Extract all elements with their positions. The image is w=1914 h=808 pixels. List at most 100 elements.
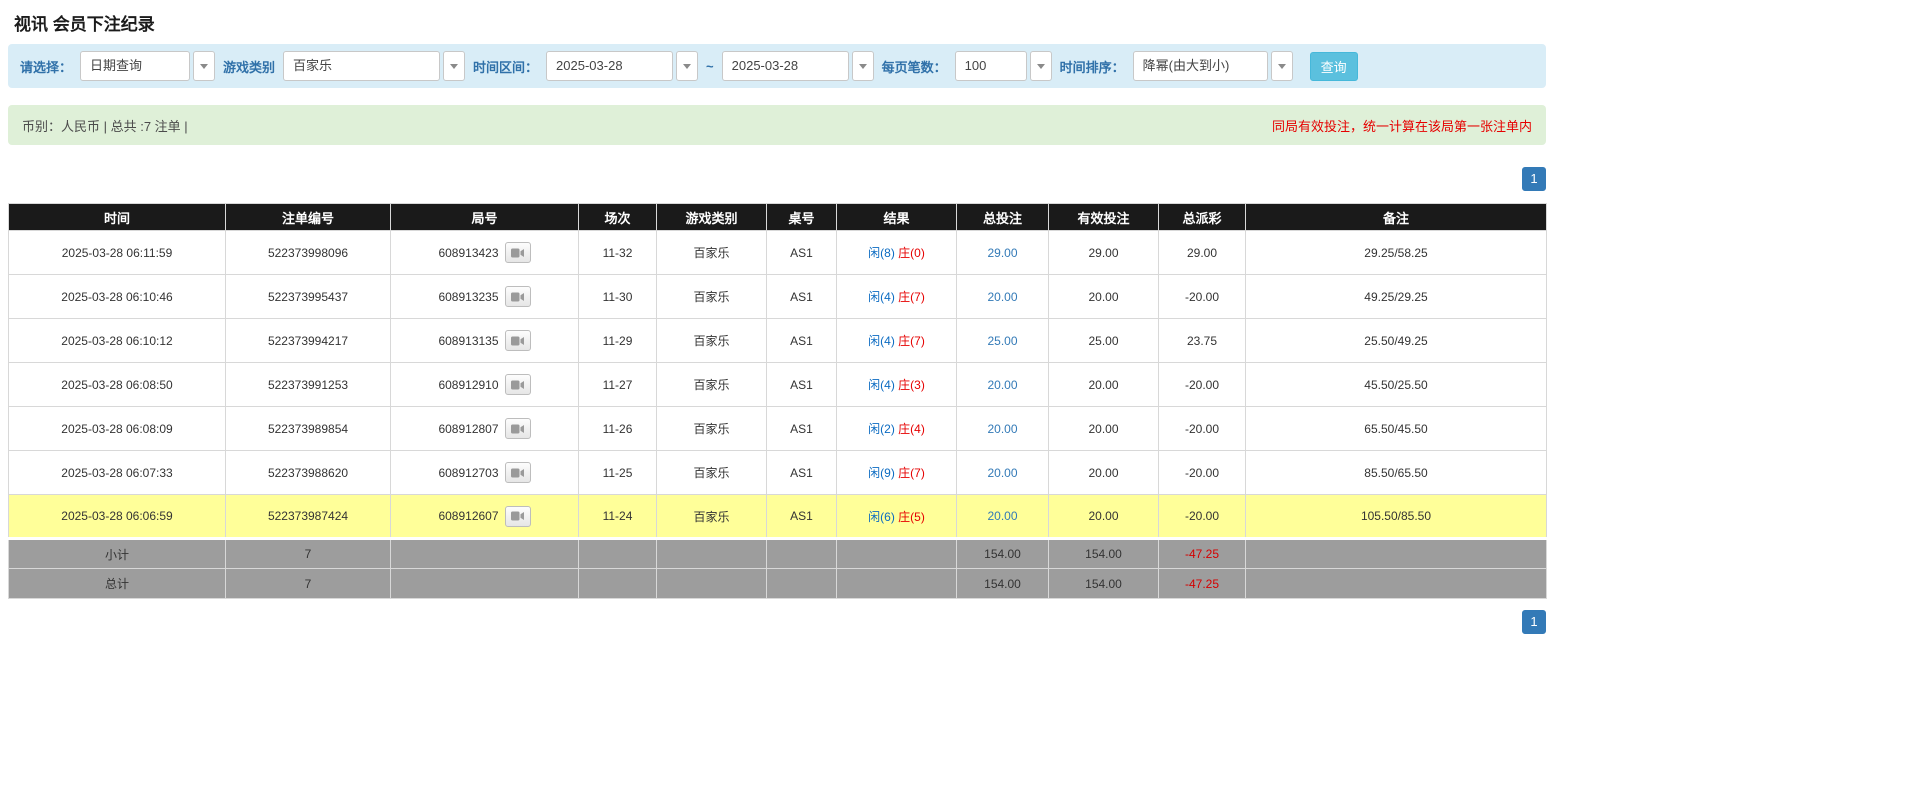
game-type-value[interactable]: 百家乐 <box>283 51 441 81</box>
content-area: 视讯 会员下注纪录 请选择： 日期查询 游戏类别 百家乐 时间区间： 2025-… <box>8 0 1547 664</box>
cell-note: 65.50/45.50 <box>1245 406 1547 451</box>
total-bet-link[interactable]: 20.00 <box>987 466 1017 480</box>
query-mode-select[interactable]: 日期查询 <box>80 51 216 81</box>
select-mode-label: 请选择： <box>20 59 73 75</box>
column-header-5: 桌号 <box>766 203 837 231</box>
column-header-1: 注单编号 <box>225 203 391 231</box>
column-header-7: 总投注 <box>956 203 1049 231</box>
time-range-label: 时间区间： <box>473 59 539 75</box>
column-header-9: 总派彩 <box>1158 203 1246 231</box>
game-type-label: 游戏类别 <box>223 59 276 75</box>
chevron-down-icon[interactable] <box>676 51 699 81</box>
result-banker: 庄(5) <box>898 509 925 524</box>
table-header-row: 时间 注单编号 局号 场次 游戏类别 桌号 结果 总投注 有效投注 总派彩 备注 <box>8 203 1547 231</box>
game-type-select[interactable]: 百家乐 <box>283 51 466 81</box>
cell-round: 608912607 <box>390 494 579 539</box>
cell-valid-bet: 20.00 <box>1048 406 1159 451</box>
result-banker: 庄(3) <box>898 378 925 392</box>
chevron-down-icon[interactable] <box>193 51 216 81</box>
cell-payout: -20.00 <box>1158 494 1246 539</box>
date-to-select[interactable]: 2025-03-28 <box>721 51 874 81</box>
total-bet-link[interactable]: 20.00 <box>987 290 1017 304</box>
chevron-down-icon[interactable] <box>1029 51 1052 81</box>
table-row: 2025-03-28 06:10:12 522373994217 6089131… <box>8 318 1547 363</box>
cell-round: 608913423 <box>390 230 579 275</box>
video-replay-icon[interactable] <box>504 462 531 483</box>
total-bet-link[interactable]: 29.00 <box>987 246 1017 260</box>
chevron-down-icon[interactable] <box>851 51 874 81</box>
total-bet-link[interactable]: 25.00 <box>987 334 1017 348</box>
cell-payout: -20.00 <box>1158 362 1246 407</box>
cell-payout: -20.00 <box>1158 406 1246 451</box>
time-sort-select[interactable]: 降幂(由大到小) <box>1132 51 1293 81</box>
cell-note: 105.50/85.50 <box>1245 494 1547 539</box>
cell-bet-number: 522373994217 <box>225 318 391 363</box>
result-player: 闲(2) <box>868 422 895 436</box>
query-mode-value[interactable]: 日期查询 <box>80 51 191 81</box>
cell-round: 608912807 <box>390 406 579 451</box>
cell-game-type: 百家乐 <box>656 274 767 319</box>
range-separator: ~ <box>706 58 714 74</box>
total-valid-bet: 154.00 <box>1048 568 1159 599</box>
table-row: 2025-03-28 06:08:50 522373991253 6089129… <box>8 362 1547 407</box>
cell-payout: -20.00 <box>1158 450 1246 495</box>
subtotal-payout: -47.25 <box>1158 537 1246 569</box>
video-replay-icon[interactable] <box>504 374 531 395</box>
round-number: 608912910 <box>438 377 499 392</box>
cell-valid-bet: 25.00 <box>1048 318 1159 363</box>
cell-time: 2025-03-28 06:10:12 <box>8 318 226 363</box>
date-from-select[interactable]: 2025-03-28 <box>546 51 699 81</box>
date-to-value[interactable]: 2025-03-28 <box>721 51 849 81</box>
records-table: 时间 注单编号 局号 场次 游戏类别 桌号 结果 总投注 有效投注 总派彩 备注 2025-03-2… <box>8 203 1547 599</box>
per-page-select[interactable]: 100 <box>954 51 1052 81</box>
cell-table-number: AS1 <box>766 274 837 319</box>
total-bet-link[interactable]: 20.00 <box>987 378 1017 392</box>
time-sort-label: 时间排序： <box>1059 59 1125 75</box>
summary-currency-count: 币别：人民币 | 总共 :7 注单 | <box>22 118 188 134</box>
total-label: 总计 <box>8 568 226 599</box>
video-replay-icon[interactable] <box>504 505 531 527</box>
per-page-value[interactable]: 100 <box>954 51 1027 81</box>
pagination-top: 1 <box>8 167 1546 191</box>
video-replay-icon[interactable] <box>504 418 531 439</box>
round-number: 608913235 <box>438 289 499 304</box>
cell-session: 11-32 <box>578 230 657 275</box>
round-number: 608913423 <box>438 245 499 260</box>
footer-empty-cell <box>390 537 579 569</box>
cell-note: 85.50/65.50 <box>1245 450 1547 495</box>
footer-empty-cell <box>1245 537 1547 569</box>
chevron-down-icon[interactable] <box>443 51 466 81</box>
cell-time: 2025-03-28 06:06:59 <box>8 494 226 539</box>
pagination-page-1[interactable]: 1 <box>1522 167 1546 191</box>
total-total-bet: 154.00 <box>956 568 1049 599</box>
result-banker: 庄(4) <box>898 422 925 436</box>
cell-total-bet: 20.00 <box>956 450 1049 495</box>
total-bet-link[interactable]: 20.00 <box>987 422 1017 436</box>
round-number: 608912607 <box>438 509 499 523</box>
cell-session: 11-29 <box>578 318 657 363</box>
footer-empty-cell <box>1245 568 1547 599</box>
date-from-value[interactable]: 2025-03-28 <box>546 51 674 81</box>
result-banker: 庄(7) <box>898 334 925 348</box>
video-replay-icon[interactable] <box>504 330 531 351</box>
search-button[interactable]: 查询 <box>1309 51 1358 81</box>
video-replay-icon[interactable] <box>504 242 531 263</box>
total-bet-link[interactable]: 20.00 <box>987 509 1017 523</box>
pagination-page-1[interactable]: 1 <box>1522 610 1546 634</box>
table-row: 2025-03-28 06:11:59 522373998096 6089134… <box>8 230 1547 275</box>
cell-session: 11-27 <box>578 362 657 407</box>
footer-empty-cell <box>390 568 579 599</box>
time-sort-value[interactable]: 降幂(由大到小) <box>1132 51 1268 81</box>
pagination-bottom: 1 <box>8 610 1546 664</box>
cell-table-number: AS1 <box>766 406 837 451</box>
cell-session: 11-26 <box>578 406 657 451</box>
cell-table-number: AS1 <box>766 494 837 539</box>
cell-game-type: 百家乐 <box>656 406 767 451</box>
subtotal-row: 小计 7 154.00 154.00 -47.25 <box>8 537 1547 569</box>
cell-bet-number: 522373988620 <box>225 450 391 495</box>
video-replay-icon[interactable] <box>504 286 531 307</box>
cell-result: 闲(4) 庄(7) <box>836 274 957 319</box>
chevron-down-icon[interactable] <box>1270 51 1293 81</box>
column-header-4: 游戏类别 <box>656 203 767 231</box>
footer-empty-cell <box>836 537 957 569</box>
